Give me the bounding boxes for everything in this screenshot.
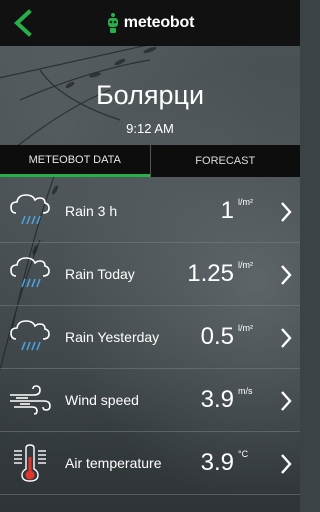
rain-today-unit: l/m² [238,260,253,270]
rain-3h-label: Rain 3 h [65,202,118,219]
wind-icon [10,385,51,415]
wind-speed-label: Wind speed [65,391,139,408]
chevron-right-icon[interactable] [278,263,294,287]
rain-today-value: 1.25 [187,260,234,287]
location-name: Болярци [95,80,205,110]
wind-speed-unit: m/s [238,386,253,396]
logo-text: meteobot [123,14,195,31]
current-time: 9:12 AM [126,121,174,136]
top-bar: meteobot [0,0,300,46]
chevron-right-icon[interactable] [278,326,294,350]
rain-yesterday-value: 0.5 [200,323,234,350]
tab-forecast[interactable]: FORECAST [149,145,301,177]
list-item-rain-3h[interactable]: Rain 3 h 1 l/m² [0,180,300,243]
air-temperature-value: 3.9 [200,449,234,476]
measurements-list: Rain 3 h 1 l/m² Rain Today 1.25 l/m² Rai… [0,180,300,495]
meteobot-robot-icon [107,13,118,33]
back-chevron-icon[interactable] [10,9,36,37]
wind-speed-value: 3.9 [200,386,234,413]
app-logo: meteobot [106,12,194,34]
rain-yesterday-label: Rain Yesterday [65,328,160,345]
thermometer-icon [14,444,46,482]
list-item-wind-speed[interactable]: Wind speed 3.9 m/s [0,369,300,432]
rain-today-label: Rain Today [65,265,135,282]
rain-cloud-icon [10,320,50,351]
list-item-air-temperature[interactable]: Air temperature 3.9 °C [0,432,300,495]
chevron-right-icon[interactable] [278,389,294,413]
air-temperature-label: Air temperature [65,454,162,471]
air-temperature-unit: °C [238,449,249,459]
chevron-right-icon[interactable] [278,452,294,476]
list-item-rain-yesterday[interactable]: Rain Yesterday 0.5 l/m² [0,306,300,369]
rain-3h-value: 1 [220,197,234,224]
list-item-rain-today[interactable]: Rain Today 1.25 l/m² [0,243,300,306]
rain-yesterday-unit: l/m² [238,323,253,333]
rain-3h-unit: l/m² [238,197,253,207]
rain-cloud-icon [10,194,50,225]
tab-bar: METEOBOT DATA FORECAST [0,145,300,177]
rain-cloud-icon [10,257,50,288]
chevron-right-icon[interactable] [278,200,294,224]
tab-meteobot-data[interactable]: METEOBOT DATA [0,145,150,177]
